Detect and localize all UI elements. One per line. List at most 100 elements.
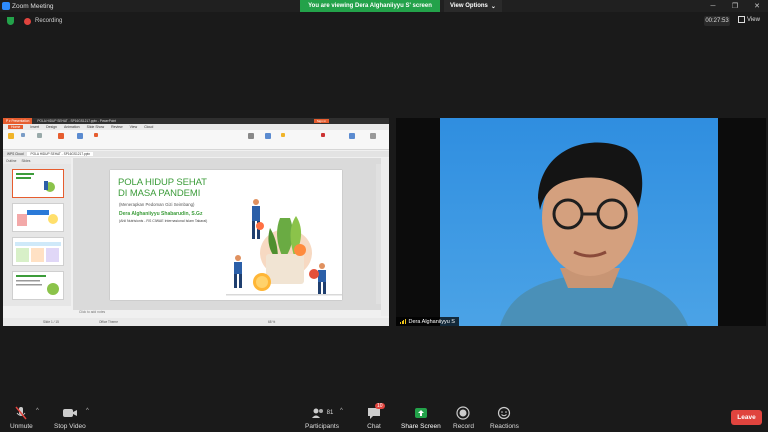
recording-icon — [24, 17, 31, 25]
smiley-plus-icon — [497, 406, 511, 420]
slide-thumbnails[interactable] — [3, 164, 71, 306]
participant-image — [440, 118, 718, 326]
new-slide-icon[interactable] — [58, 133, 64, 139]
stop-video-label: Stop Video — [54, 423, 86, 430]
audio-options-caret[interactable]: ^ — [36, 408, 39, 414]
chat-badge: 10 — [375, 403, 385, 409]
doc-tab-presentation[interactable]: POLA HIDUP SEHAT - SP16GS1217.pptx — [27, 152, 94, 156]
current-slide[interactable]: POLA HIDUP SEHAT DI MASA PANDEMI (Menera… — [110, 170, 342, 300]
ribbon-tab-home[interactable]: Home — [8, 125, 24, 129]
ribbon-tab-slideshow[interactable]: Slide Show — [87, 125, 105, 129]
slide-title: POLA HIDUP SEHAT DI MASA PANDEMI — [118, 177, 207, 199]
arrange-icon[interactable] — [281, 133, 285, 137]
nutrition-illustration — [226, 199, 342, 296]
record-icon — [456, 406, 471, 420]
shield-icon[interactable] — [7, 17, 14, 25]
slide-title-line1: POLA HIDUP SEHAT — [118, 177, 207, 188]
maximize-button[interactable]: ❐ — [724, 0, 746, 12]
slide-counter: Slide 1 / 15 — [43, 320, 59, 324]
status-bar: Recording — [0, 14, 62, 28]
ribbon-toolbar — [3, 130, 389, 150]
ribbon-tab-insert[interactable]: Insert — [30, 125, 39, 129]
participants-count: 81 — [326, 410, 334, 416]
ribbon-tab-animation[interactable]: Animation — [64, 125, 80, 129]
textbox-icon[interactable] — [248, 133, 254, 139]
meeting-timer: 00:27:53 — [704, 16, 730, 26]
minimize-button[interactable]: ─ — [702, 0, 724, 12]
slide-title-line2: DI MASA PANDEMI — [118, 187, 201, 199]
unmute-button[interactable]: Unmute — [10, 406, 33, 430]
slide-thumbnail[interactable] — [12, 271, 64, 300]
slide-thumbnail[interactable] — [12, 169, 64, 198]
slide-thumbnail[interactable] — [12, 237, 64, 266]
zoom-logo-icon — [2, 2, 10, 10]
participants-icon: 81 — [311, 406, 334, 420]
selection-icon[interactable] — [349, 133, 355, 139]
share-screen-button[interactable]: Share Screen — [401, 406, 441, 430]
layout-icon[interactable] — [77, 133, 83, 139]
slide-affiliation: (Ahli Nutrisionis - RS CIWAE Internasion… — [119, 219, 208, 223]
share-screen-label: Share Screen — [401, 423, 441, 430]
video-options-caret[interactable]: ^ — [86, 408, 89, 414]
right-task-pane[interactable] — [381, 158, 389, 316]
grid-icon — [738, 16, 745, 23]
viewing-banner: You are viewing Dera Alghaniiyyu S' scre… — [300, 0, 440, 12]
ribbon-tab-design[interactable]: Design — [46, 125, 57, 129]
wps-signin-button[interactable]: Sign in — [313, 119, 329, 123]
video-feed — [440, 118, 718, 326]
view-options-label: View Options — [450, 3, 488, 9]
window-title: Zoom Meeting — [12, 2, 54, 10]
view-label: View — [747, 16, 760, 23]
thumbnail-preview — [16, 275, 59, 295]
doc-tab-wps-cloud[interactable]: WPS Cloud — [7, 152, 23, 156]
find-icon[interactable] — [321, 133, 325, 137]
tab-outline[interactable]: Outline — [6, 159, 16, 163]
participants-label: Participants — [305, 423, 339, 430]
video-camera-icon — [62, 406, 78, 420]
chat-icon: 10 — [367, 403, 385, 420]
shapes-icon[interactable] — [265, 133, 271, 139]
participants-button[interactable]: 81 Participants — [305, 406, 339, 430]
theme-name: Office Theme — [98, 320, 118, 324]
window-controls: ─ ❐ ✕ — [702, 0, 768, 12]
settings-icon[interactable] — [370, 133, 376, 139]
app-statusbar: Slide 1 / 15 Office Theme 68 % — [3, 318, 389, 326]
slide-author: Dera Alghaniiyyu Shabarudin, S.Gz — [119, 211, 203, 217]
ribbon-tab-view[interactable]: View — [130, 125, 138, 129]
document-tabs: WPS Cloud POLA HIDUP SEHAT - SP16GS1217.… — [3, 151, 389, 157]
participants-caret[interactable]: ^ — [340, 408, 343, 414]
reactions-button[interactable]: Reactions — [490, 406, 519, 430]
slide-subtitle: (Menerapkan Pedoman Gizi Seimbang) — [119, 202, 195, 207]
ribbon-tab-review[interactable]: Review — [111, 125, 122, 129]
participant-name-tag: Dera Alghaniiyyu S — [396, 317, 459, 326]
thumbnail-preview — [16, 173, 55, 192]
view-options-button[interactable]: View Options ⌄ — [444, 0, 502, 12]
thumbnail-preview — [15, 242, 61, 262]
recording-label: Recording — [35, 18, 63, 24]
cut-icon[interactable] — [21, 133, 25, 137]
signal-strength-icon — [400, 319, 406, 324]
zoom-level[interactable]: 68 % — [268, 320, 275, 324]
thumbnail-preview — [17, 210, 58, 226]
participant-video[interactable]: Dera Alghaniiyyu S — [396, 118, 766, 326]
notes-pane[interactable]: Click to add notes — [73, 310, 381, 316]
format-painter-icon[interactable] — [37, 133, 42, 138]
ribbon-tab-cloud[interactable]: Cloud — [144, 125, 153, 129]
wps-doc-title: POLA HIDUP SEHAT - SP16GS1217.pptx - Pow… — [37, 119, 117, 123]
slide-canvas[interactable]: POLA HIDUP SEHAT DI MASA PANDEMI (Menera… — [73, 158, 381, 310]
reset-icon[interactable] — [94, 133, 98, 137]
chat-button[interactable]: 10 Chat — [367, 403, 385, 430]
share-screen-icon — [414, 406, 428, 420]
leave-button[interactable]: Leave — [731, 410, 762, 425]
view-button[interactable]: View — [738, 16, 760, 23]
microphone-muted-icon — [14, 406, 28, 420]
tab-slides[interactable]: Slides — [21, 159, 30, 163]
meeting-toolbar: Unmute ^ Stop Video ^ 81 Participants ^ … — [0, 398, 768, 432]
stop-video-button[interactable]: Stop Video — [54, 406, 86, 430]
paste-icon[interactable] — [8, 133, 14, 139]
close-button[interactable]: ✕ — [746, 0, 768, 12]
shared-screen[interactable]: P ▾ Presentation POLA HIDUP SEHAT - SP16… — [3, 118, 389, 326]
participant-name: Dera Alghaniiyyu S — [408, 318, 455, 325]
slide-thumbnail[interactable] — [12, 203, 64, 232]
record-button[interactable]: Record — [453, 406, 474, 430]
